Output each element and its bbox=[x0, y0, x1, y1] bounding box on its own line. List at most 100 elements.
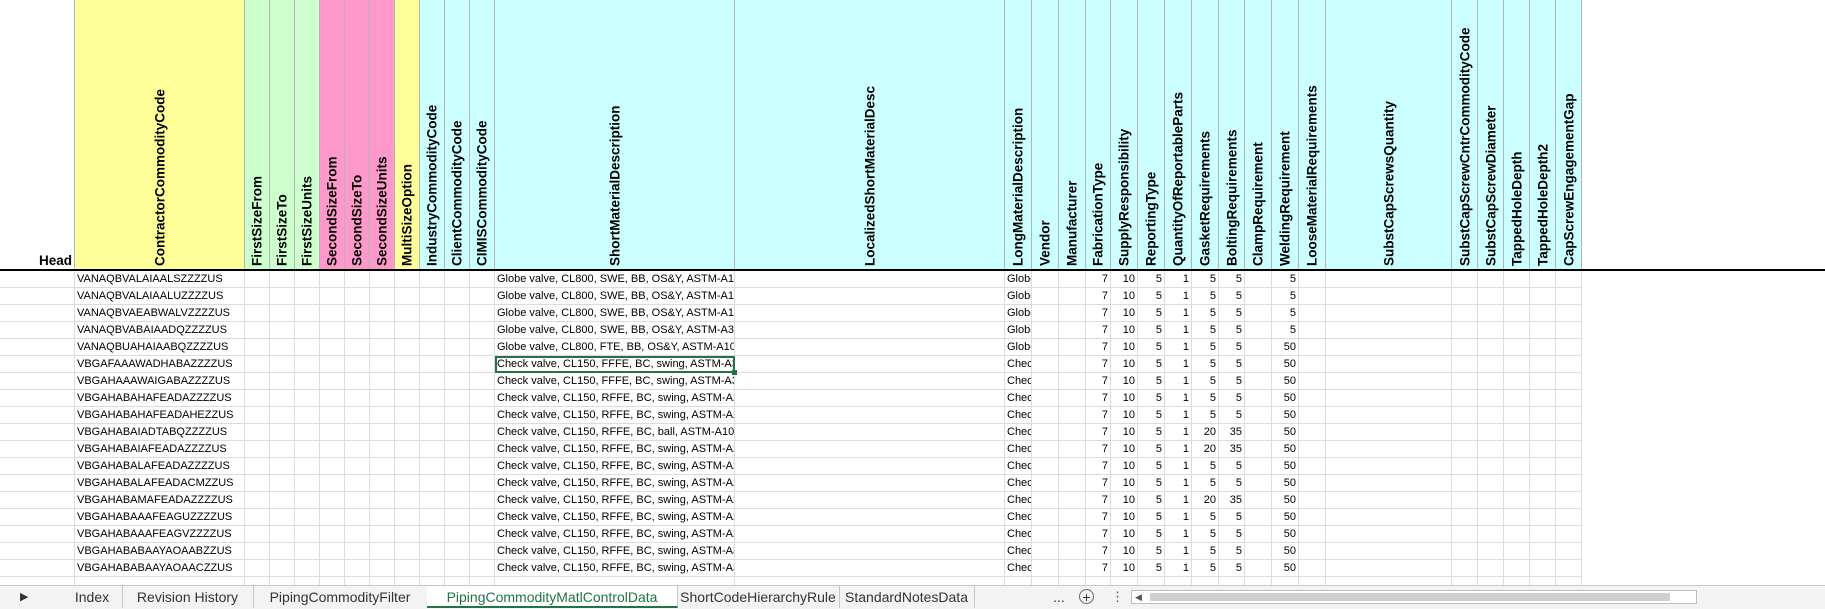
cell-empty[interactable] bbox=[1556, 271, 1582, 288]
cell-empty[interactable] bbox=[445, 356, 470, 373]
cell-short[interactable]: Check valve, CL150, RFFE, BC, swing, AST… bbox=[495, 560, 735, 577]
cell-empty[interactable] bbox=[735, 492, 1005, 509]
cell-fab[interactable]: 7 bbox=[1086, 356, 1111, 373]
cell-empty[interactable] bbox=[1478, 441, 1504, 458]
sheet-tab[interactable]: ShortCodeHierarchyRule bbox=[677, 586, 840, 608]
cell-gasket[interactable]: 5 bbox=[1192, 356, 1219, 373]
column-header[interactable]: FabricationType bbox=[1086, 0, 1111, 270]
cell-short[interactable]: Globe valve, CL800, FTE, BB, OS&Y, ASTM-… bbox=[495, 339, 735, 356]
cell-empty[interactable] bbox=[1032, 560, 1059, 577]
cell-empty[interactable] bbox=[345, 577, 370, 585]
cell-empty[interactable] bbox=[1299, 492, 1326, 509]
cell-empty[interactable] bbox=[1556, 475, 1582, 492]
cell-empty[interactable] bbox=[270, 577, 295, 585]
cell-bolt[interactable]: 5 bbox=[1219, 305, 1245, 322]
cell-empty[interactable] bbox=[1326, 322, 1452, 339]
cell-empty[interactable] bbox=[445, 458, 470, 475]
cell-empty[interactable] bbox=[370, 424, 395, 441]
cell-empty[interactable] bbox=[370, 373, 395, 390]
cell-empty[interactable] bbox=[1032, 322, 1059, 339]
cell-qty[interactable]: 1 bbox=[1165, 322, 1192, 339]
cell-bolt[interactable]: 5 bbox=[1219, 407, 1245, 424]
cell-empty[interactable] bbox=[320, 526, 345, 543]
cell-short[interactable]: Check valve, CL150, RFFE, BC, swing, AST… bbox=[495, 526, 735, 543]
cell-empty[interactable] bbox=[1504, 339, 1530, 356]
sheet-tab[interactable]: Revision History bbox=[122, 586, 254, 608]
cell-empty[interactable] bbox=[1299, 475, 1326, 492]
cell-empty[interactable] bbox=[1245, 390, 1272, 407]
cell-code[interactable]: VBGAHABAHAFEADAHEZZUS bbox=[75, 407, 245, 424]
cell-empty[interactable] bbox=[1059, 407, 1086, 424]
cell-empty[interactable] bbox=[345, 560, 370, 577]
cell-supply[interactable]: 10 bbox=[1111, 492, 1138, 509]
cell-empty[interactable] bbox=[1478, 560, 1504, 577]
cell-weld[interactable]: 50 bbox=[1272, 543, 1299, 560]
cell-empty[interactable] bbox=[320, 458, 345, 475]
cell-empty[interactable] bbox=[1504, 526, 1530, 543]
cell-empty[interactable] bbox=[1245, 271, 1272, 288]
cell-empty[interactable] bbox=[1032, 543, 1059, 560]
cell-empty[interactable] bbox=[1326, 543, 1452, 560]
cell-empty[interactable] bbox=[1032, 271, 1059, 288]
cell-empty[interactable] bbox=[345, 458, 370, 475]
cell-empty[interactable] bbox=[420, 305, 445, 322]
cell-empty[interactable] bbox=[1556, 339, 1582, 356]
cell-empty[interactable] bbox=[1504, 322, 1530, 339]
cell-empty[interactable] bbox=[1478, 424, 1504, 441]
cell-empty[interactable] bbox=[370, 475, 395, 492]
cell-long[interactable]: Globe valve, female threaded ends, CL800… bbox=[1005, 339, 1032, 356]
cell-empty[interactable] bbox=[0, 543, 75, 560]
cell-empty[interactable] bbox=[1530, 407, 1556, 424]
cell-empty[interactable] bbox=[1245, 577, 1272, 585]
cell-rep[interactable]: 5 bbox=[1138, 288, 1165, 305]
cell-empty[interactable] bbox=[1245, 543, 1272, 560]
cell-empty[interactable] bbox=[1504, 441, 1530, 458]
cell-fab[interactable]: 7 bbox=[1086, 373, 1111, 390]
cell-long[interactable]: Globe valve, socketwelded ends, CL800, A… bbox=[1005, 305, 1032, 322]
cell-fab[interactable]: 7 bbox=[1086, 441, 1111, 458]
cell-rep[interactable]: 5 bbox=[1138, 560, 1165, 577]
cell-empty[interactable] bbox=[1245, 492, 1272, 509]
cell-empty[interactable] bbox=[1478, 356, 1504, 373]
cell-supply[interactable]: 10 bbox=[1111, 526, 1138, 543]
cell-bolt[interactable]: 5 bbox=[1219, 322, 1245, 339]
cell-empty[interactable] bbox=[370, 441, 395, 458]
cell-code[interactable]: VBGAFAAAWADHABAZZZZUS bbox=[75, 356, 245, 373]
cell-empty[interactable] bbox=[1478, 339, 1504, 356]
cell-empty[interactable] bbox=[1245, 288, 1272, 305]
cell-supply[interactable]: 10 bbox=[1111, 441, 1138, 458]
cell-empty[interactable] bbox=[1032, 390, 1059, 407]
cell-weld[interactable]: 5 bbox=[1272, 322, 1299, 339]
cell-empty[interactable] bbox=[320, 560, 345, 577]
cell-empty[interactable] bbox=[1530, 526, 1556, 543]
cell-gasket[interactable]: 5 bbox=[1192, 475, 1219, 492]
cell-empty[interactable] bbox=[420, 339, 445, 356]
cell-empty[interactable] bbox=[1478, 526, 1504, 543]
cell-empty[interactable] bbox=[245, 373, 270, 390]
cell-empty[interactable] bbox=[420, 526, 445, 543]
cell-code[interactable]: VANAQBVALAIAALSZZZZUS bbox=[75, 271, 245, 288]
cell-empty[interactable] bbox=[270, 441, 295, 458]
cell-empty[interactable] bbox=[1086, 577, 1111, 585]
cell-empty[interactable] bbox=[1556, 356, 1582, 373]
cell-empty[interactable] bbox=[420, 373, 445, 390]
cell-short[interactable]: Check valve, CL150, RFFE, BC, swing, AST… bbox=[495, 475, 735, 492]
cell-bolt[interactable]: 5 bbox=[1219, 458, 1245, 475]
cell-empty[interactable] bbox=[1530, 390, 1556, 407]
cell-short[interactable]: Check valve, CL150, RFFE, BC, swing, AST… bbox=[495, 543, 735, 560]
column-header[interactable]: IndustryCommodityCode bbox=[420, 0, 445, 270]
cell-empty[interactable] bbox=[1032, 577, 1059, 585]
cell-empty[interactable] bbox=[295, 492, 320, 509]
cell-gasket[interactable]: 5 bbox=[1192, 526, 1219, 543]
column-header[interactable]: SecondSizeUnits bbox=[370, 0, 395, 270]
cell-empty[interactable] bbox=[445, 441, 470, 458]
cell-empty[interactable] bbox=[1032, 356, 1059, 373]
cell-empty[interactable] bbox=[1452, 526, 1478, 543]
cell-empty[interactable] bbox=[735, 356, 1005, 373]
cell-empty[interactable] bbox=[245, 526, 270, 543]
cell-empty[interactable] bbox=[445, 322, 470, 339]
cell-empty[interactable] bbox=[1299, 356, 1326, 373]
cell-empty[interactable] bbox=[1478, 458, 1504, 475]
sheet-tab[interactable]: StandardNotesData bbox=[839, 586, 975, 608]
cell-empty[interactable] bbox=[245, 560, 270, 577]
